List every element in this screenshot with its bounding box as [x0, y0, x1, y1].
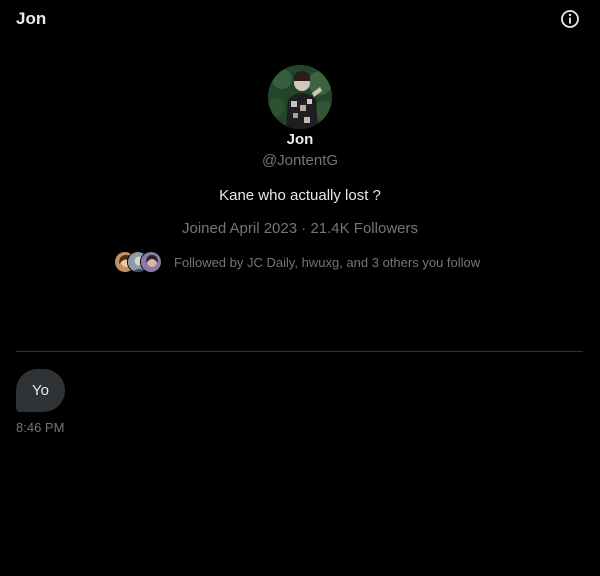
profile-handle: @JontentG [261, 152, 339, 169]
profile-name[interactable]: Jon [0, 131, 600, 148]
followers-count[interactable]: 21.4K Followers [310, 220, 418, 237]
dm-conversation-page: Jon Jon @JontentG Kane who actually lost… [0, 0, 600, 576]
conversation-header: Jon [0, 0, 600, 38]
follower-avatars [114, 251, 164, 273]
profile-avatar[interactable] [268, 65, 332, 129]
message-text: Yo [32, 382, 49, 399]
profile-bio: Kane who actually lost ? [219, 187, 381, 204]
follower-avatar [140, 251, 162, 273]
conversation-title: Jon [16, 9, 47, 28]
message-bubble[interactable]: Yo [16, 369, 65, 412]
profile-meta: Joined April 2023 · 21.4K Followers [0, 220, 600, 237]
joined-date: Joined April 2023 [182, 220, 298, 237]
meta-separator: · [301, 220, 307, 237]
message-timestamp: 8:46 PM [16, 420, 65, 435]
section-divider [16, 351, 583, 352]
followed-by-row[interactable]: Followed by JC Daily, hwuxg, and 3 other… [114, 250, 480, 274]
followed-by-text[interactable]: Followed by JC Daily, hwuxg, and 3 other… [174, 255, 480, 270]
info-icon[interactable] [560, 9, 580, 29]
